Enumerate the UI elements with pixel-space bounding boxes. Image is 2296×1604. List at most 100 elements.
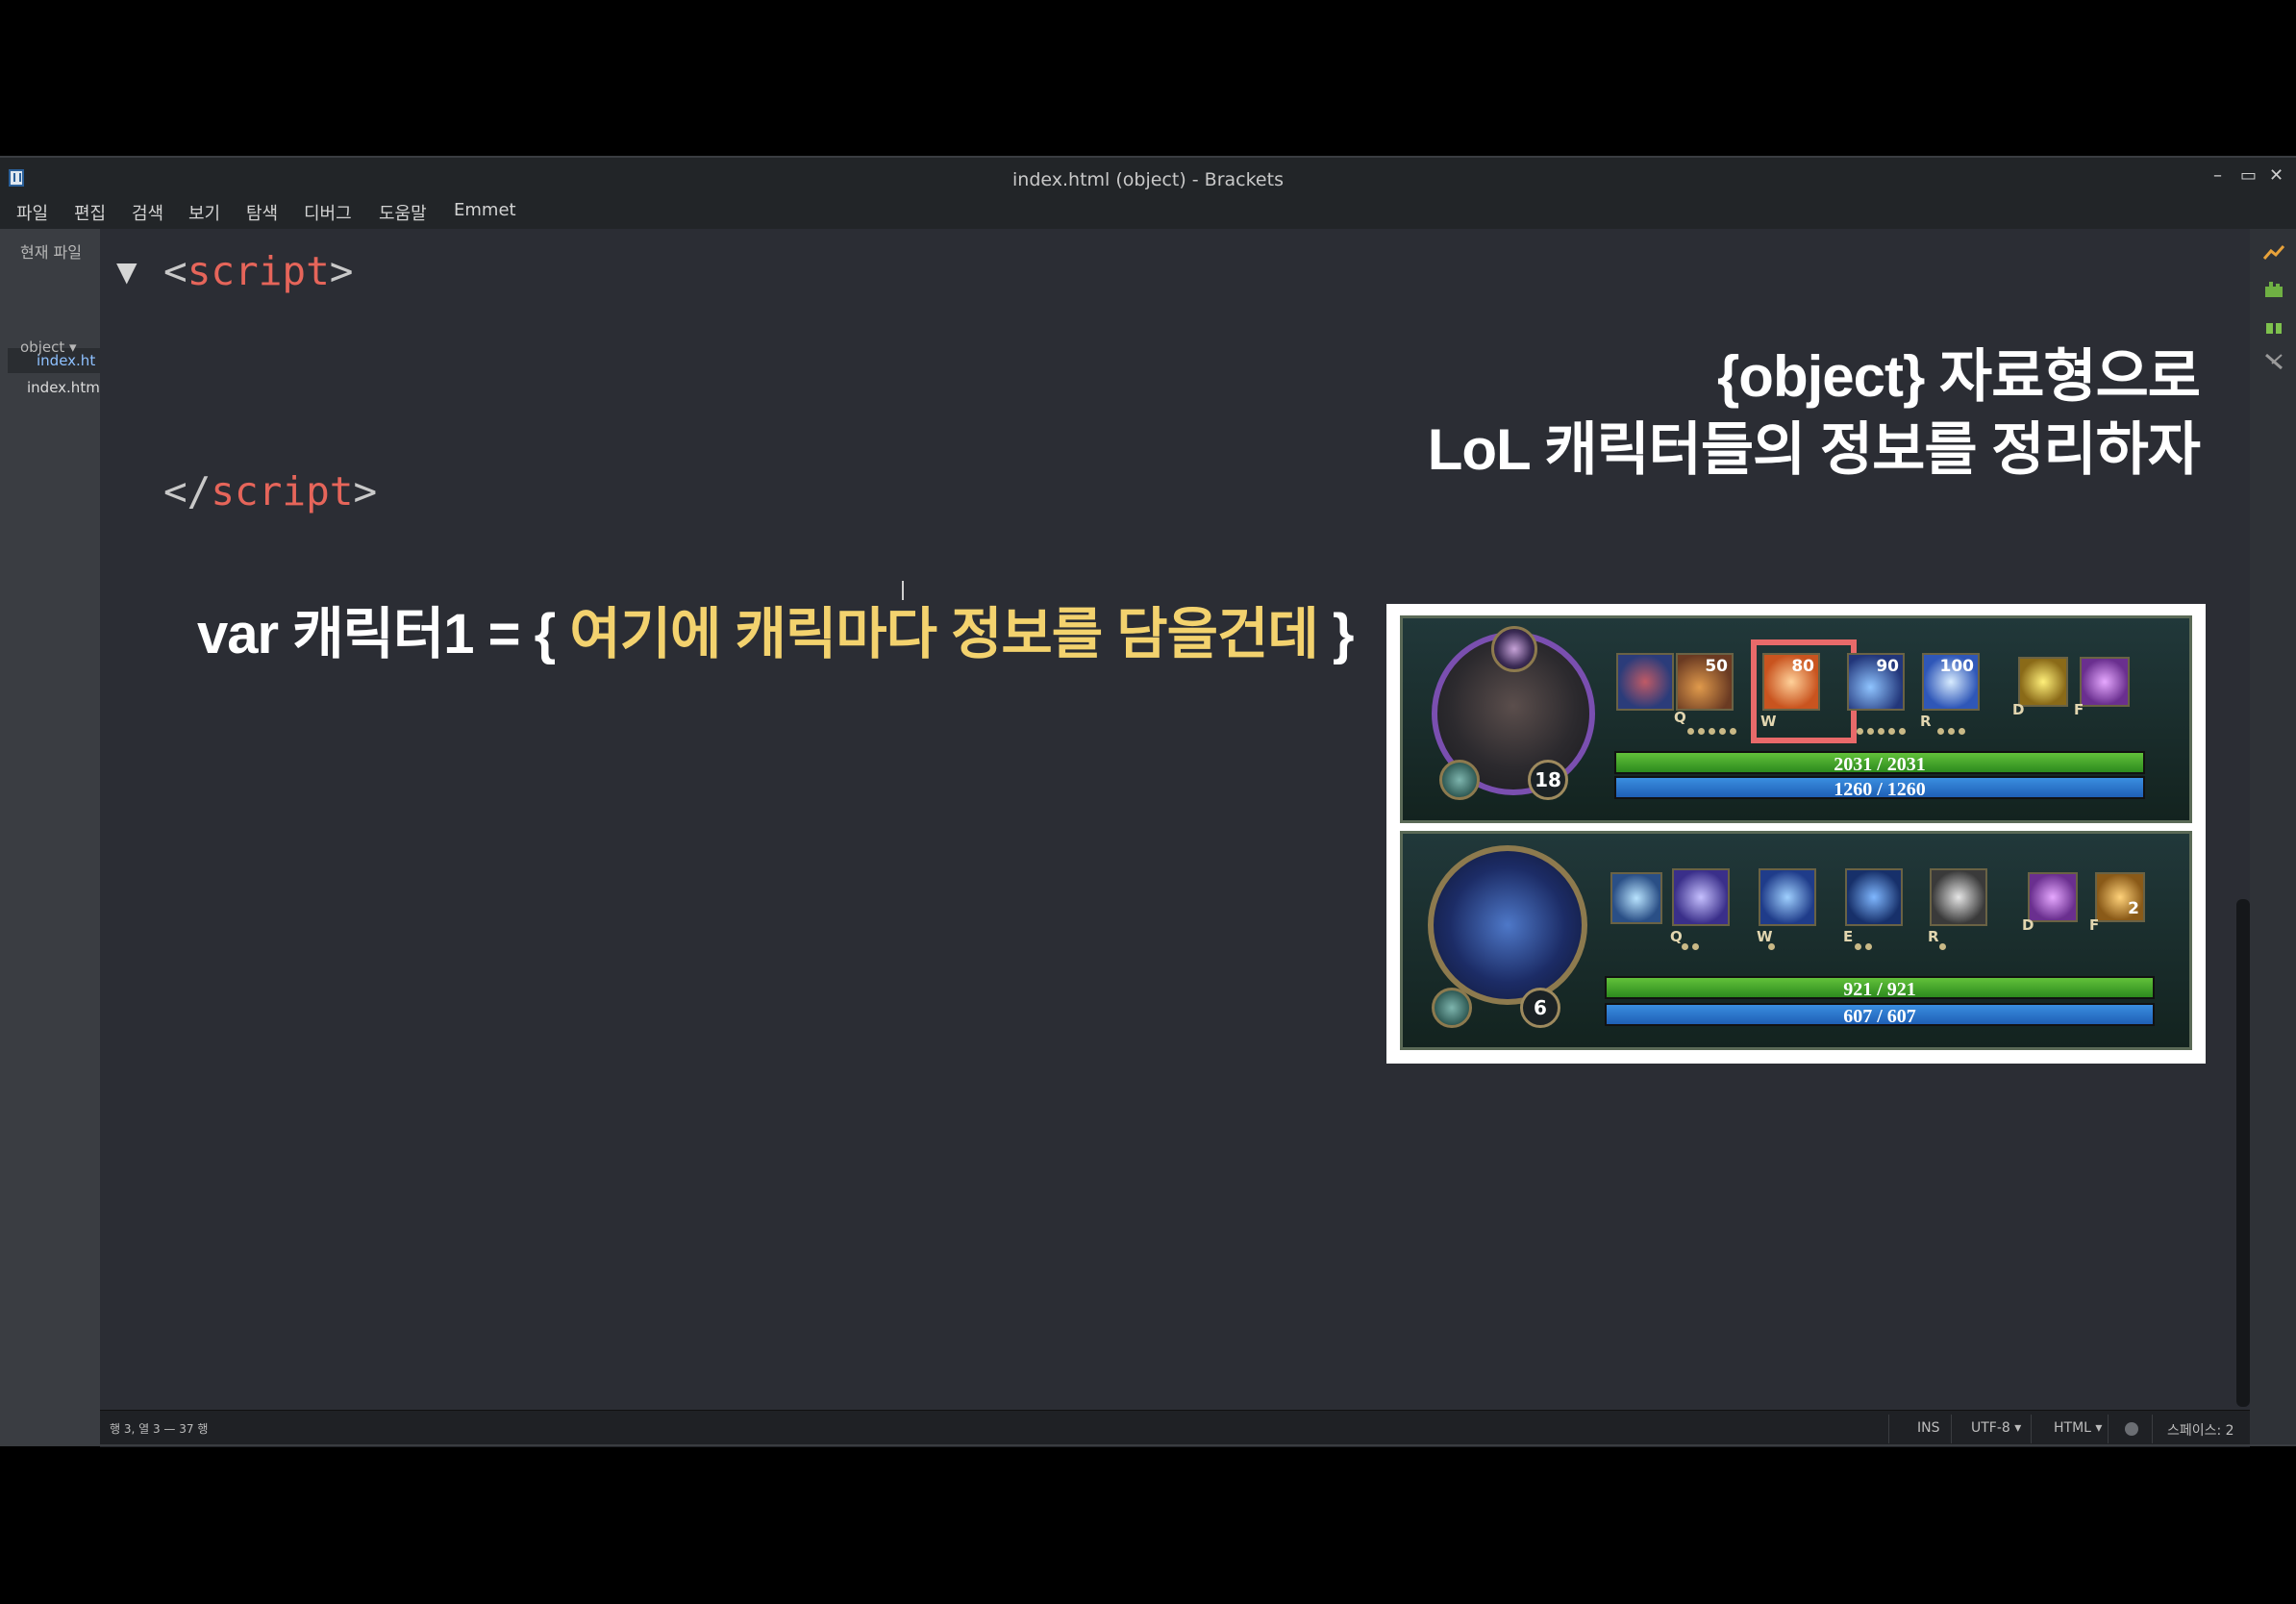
key-label-q: Q	[1670, 928, 1683, 945]
menu-emmet[interactable]: Emmet	[454, 200, 516, 220]
champion-level: 6	[1520, 988, 1560, 1028]
code-line-script-open: <script>	[163, 248, 353, 294]
status-divider	[1888, 1415, 1889, 1443]
right-toolbar	[2250, 229, 2296, 1446]
menu-view[interactable]: 보기	[188, 200, 220, 225]
project-file-index[interactable]: index.html	[27, 379, 104, 396]
code-tag-name: script	[211, 468, 354, 514]
menu-file[interactable]: 파일	[16, 200, 48, 225]
extension-manager-icon[interactable]	[2263, 281, 2284, 298]
linter-status-icon[interactable]	[2125, 1422, 2138, 1436]
code-bracket: >	[329, 248, 354, 294]
key-label-d: D	[2012, 701, 2025, 718]
lesson-title: {object} 자료형으로 LoL 캐릭터들의 정보를 정리하자	[1427, 340, 2201, 487]
skill-rank-pips	[1857, 728, 1906, 736]
code-bracket: </	[163, 468, 212, 514]
code-bracket: <	[163, 248, 187, 294]
q-skill-icon	[1672, 868, 1730, 926]
passive-skill-icon	[1610, 872, 1662, 924]
var-explanation: var 캐릭터1 = { 여기에 캐릭마다 정보를 담을건데 }	[197, 589, 1355, 669]
maximize-button[interactable]: ▭	[2240, 165, 2257, 186]
tools-icon[interactable]	[2263, 352, 2284, 369]
passive-skill-icon	[1616, 653, 1674, 711]
status-divider	[2031, 1415, 2032, 1443]
lesson-title-line2: LoL 캐릭터들의 정보를 정리하자	[1427, 417, 2201, 482]
menu-find[interactable]: 검색	[132, 200, 163, 225]
skill-rank-pips	[1937, 728, 1965, 736]
buff-orb-icon	[1491, 626, 1537, 672]
r-skill-icon: 100	[1922, 653, 1980, 711]
working-files-label: 현재 파일	[20, 243, 82, 262]
champion-panel-1: 18 50 80 90 100 Q W R D F 2031 / 2031 12…	[1400, 615, 2192, 823]
e-skill-icon	[1845, 868, 1903, 926]
language-select[interactable]: HTML ▾	[2054, 1420, 2102, 1436]
mana-bar: 1260 / 1260	[1614, 776, 2145, 800]
skill-rank-pips	[1855, 943, 1872, 951]
summoner-spell-icon	[2080, 657, 2130, 707]
window-bottom-border	[0, 1444, 2296, 1446]
status-divider	[1951, 1415, 1952, 1443]
key-label-d: D	[2022, 916, 2034, 934]
w-skill-icon	[1759, 868, 1816, 926]
mana-bar: 607 / 607	[1605, 1003, 2155, 1027]
var-suffix: }	[1317, 603, 1355, 665]
menu-navigate[interactable]: 탐색	[246, 200, 278, 225]
champion-panel-2: 6 2 Q W E R D F 921 / 921 607 / 607	[1400, 831, 2192, 1050]
minimize-button[interactable]: –	[2213, 165, 2222, 186]
spell-charges: 2	[2128, 899, 2139, 918]
key-label-w: W	[1760, 713, 1777, 730]
menu-edit[interactable]: 편집	[74, 200, 106, 225]
flash-spell-icon: 2	[2095, 872, 2145, 922]
q-skill-icon: 50	[1676, 653, 1734, 711]
encoding-select[interactable]: UTF-8 ▾	[1971, 1420, 2021, 1436]
health-bar: 2031 / 2031	[1614, 751, 2145, 775]
champion-level: 18	[1528, 760, 1568, 800]
champion-portrait	[1428, 845, 1587, 1005]
r-skill-icon	[1930, 868, 1987, 926]
keystone-rune-icon	[1439, 760, 1480, 800]
key-label-r: R	[1928, 928, 1939, 945]
summoner-spell-icon	[2028, 872, 2078, 922]
key-label-f: F	[2089, 916, 2100, 934]
live-preview-icon[interactable]	[2263, 244, 2284, 262]
skill-level: 90	[1876, 657, 1899, 676]
code-line-script-close: </script>	[163, 468, 377, 514]
window-title: index.html (object) - Brackets	[1012, 169, 1284, 190]
lesson-title-line1: {object} 자료형으로	[1716, 344, 2201, 409]
skill-level: 50	[1705, 657, 1728, 676]
keystone-rune-icon	[1432, 988, 1472, 1028]
status-bar: 행 3, 열 3 — 37 행 INS UTF-8 ▾ HTML ▾ 스페이스:…	[100, 1410, 2250, 1447]
key-label-r: R	[1920, 713, 1932, 730]
skill-rank-pips	[1768, 943, 1775, 951]
e-skill-icon: 90	[1847, 653, 1905, 711]
project-dropdown[interactable]: object ▾	[20, 338, 77, 356]
health-bar: 921 / 921	[1605, 976, 2155, 1000]
vertical-scrollbar[interactable]	[2236, 899, 2250, 1407]
cursor-position: 행 3, 열 3 — 37 행	[110, 1422, 209, 1436]
key-label-f: F	[2074, 701, 2084, 718]
skill-rank-pips	[1682, 943, 1699, 951]
game-hud-image: 18 50 80 90 100 Q W R D F 2031 / 2031 12…	[1386, 604, 2206, 1064]
fold-toggle-icon[interactable]: ▼	[116, 256, 137, 288]
text-cursor	[902, 581, 904, 600]
key-label-q: Q	[1674, 709, 1686, 726]
key-label-e: E	[1843, 928, 1854, 945]
status-divider	[2152, 1415, 2153, 1443]
flash-spell-icon	[2018, 657, 2068, 707]
menu-debug[interactable]: 디버그	[304, 200, 352, 225]
code-bracket: >	[353, 468, 378, 514]
skill-rank-pips	[1939, 943, 1946, 951]
menu-help[interactable]: 도움말	[379, 200, 427, 225]
skill-level: 100	[1939, 657, 1975, 676]
indent-setting[interactable]: 스페이스: 2	[2167, 1420, 2234, 1440]
var-prefix: var 캐릭터1 = {	[197, 603, 570, 665]
sidebar: 현재 파일 index.ht object ▾ index.html	[0, 229, 104, 1446]
code-tag-name: script	[187, 248, 330, 294]
insert-mode-toggle[interactable]: INS	[1917, 1420, 1940, 1436]
skill-rank-pips	[1687, 728, 1736, 736]
gift-icon[interactable]	[2263, 317, 2284, 335]
var-body: 여기에 캐릭마다 정보를 담을건데	[569, 603, 1318, 665]
status-divider	[2108, 1415, 2109, 1443]
close-button[interactable]: ✕	[2269, 165, 2284, 186]
menu-bar: 파일 편집 검색 보기 탐색 디버그 도움말 Emmet	[0, 190, 2296, 229]
